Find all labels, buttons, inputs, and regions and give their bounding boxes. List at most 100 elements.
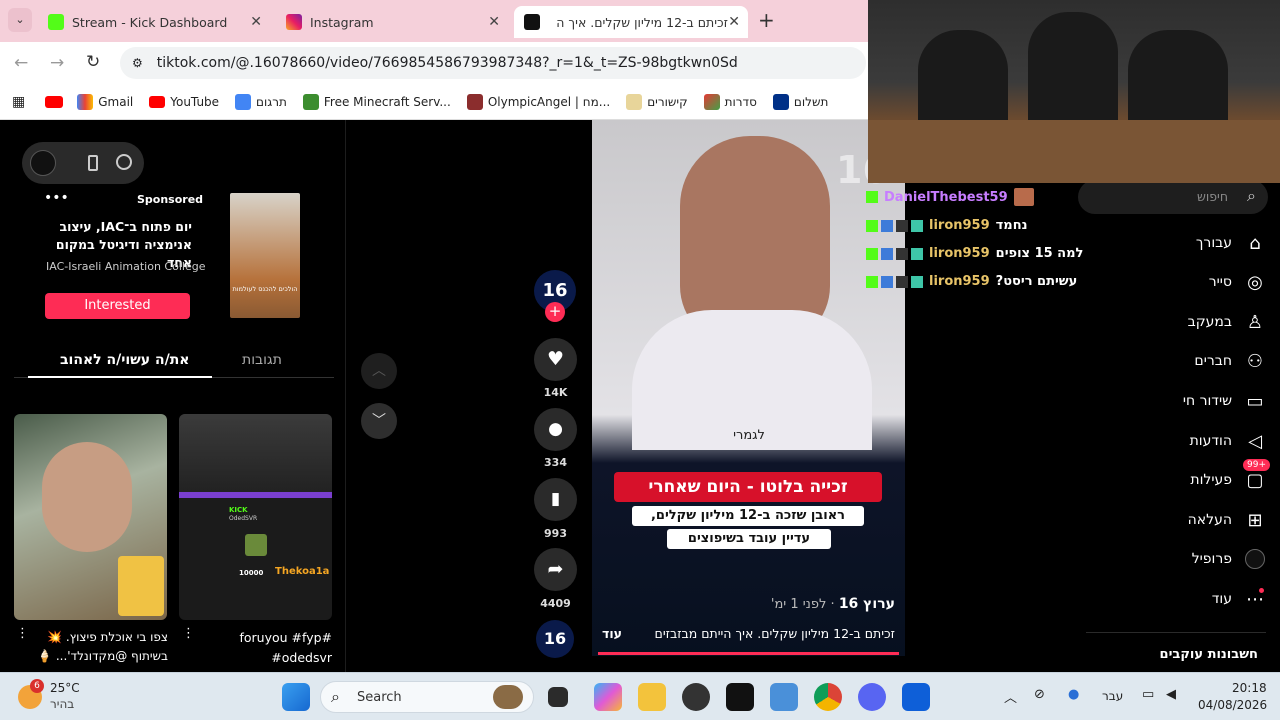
following-icon: ♙ [1246,311,1264,333]
chat-overlay: DanielThebest59 liron959 נחמד liron959 ל… [866,188,1086,304]
suggested-video-card[interactable]: KICK OdedSVR 10000 Thekoa1a [179,414,332,620]
ad-thumbnail[interactable]: הולכים להכנס לעולמות [230,193,300,318]
bookmark-translate[interactable]: תרגום [235,93,287,110]
sidebar-item-explore[interactable]: סייר ◎ [1209,271,1266,293]
bookmark-payment[interactable]: תשלום [772,93,828,110]
tab-kick-dashboard[interactable]: Stream - Kick Dashboard ✕ [38,6,270,38]
tab-instagram[interactable]: Instagram ✕ [276,6,508,38]
clock-time[interactable]: 20:18 [1232,681,1267,695]
tab-you-may-like[interactable]: את/ה עשוי/ה לאהוב [60,352,189,368]
tiktok-icon[interactable] [116,154,132,170]
kick-overlay-user: OdedSVR [229,515,258,522]
weather-widget[interactable]: 6 25°C בהיר [18,679,138,715]
notepad-icon[interactable] [770,683,798,711]
more-button[interactable]: עוד [602,626,622,641]
tab-comments[interactable]: תגובות [242,352,282,368]
apps-icon[interactable]: ▦ [12,94,25,110]
clock-date[interactable]: 04/08/2026 [1198,698,1267,712]
file-explorer-icon[interactable] [638,683,666,711]
bookmark-series[interactable]: סדרות [703,93,757,110]
sidebar-item-messages[interactable]: הודעות ◁ [1190,430,1266,452]
network-off-icon[interactable]: ⊘ [1034,687,1045,702]
close-icon[interactable]: ✕ [250,14,262,30]
kick-overlay-label: KICK [229,506,248,514]
comment-button[interactable]: ● [534,408,577,451]
language-indicator[interactable]: עבר [1102,689,1123,703]
sidebar-item-more[interactable]: עוד ⋯ [1212,588,1266,610]
teamviewer-icon[interactable] [902,683,930,711]
taskbar-search[interactable]: ⌕ Search [320,681,534,713]
search-input[interactable]: חיפוש [1197,189,1228,204]
discord-icon[interactable] [858,683,886,711]
search-box[interactable]: חיפוש ⌕ [1078,180,1268,214]
windows-start-icon[interactable] [282,683,310,711]
close-icon[interactable]: ✕ [728,14,740,30]
sidebar-item-friends[interactable]: חברים ⚇ [1194,350,1266,372]
close-icon[interactable]: ✕ [488,14,500,30]
video-author[interactable]: ערוץ 16 [839,596,895,612]
follow-button[interactable]: + [545,302,565,322]
back-icon[interactable]: ← [14,53,28,73]
friends-icon: ⚇ [1246,350,1264,372]
chrome-icon[interactable] [814,683,842,711]
ad-advertiser: IAC-Israeli Animation College [46,260,206,273]
sidebar-item-for-you[interactable]: עבורך ⌂ [1196,232,1266,254]
webcam-table [868,120,1280,183]
microphone-icon[interactable]: ● [1068,687,1079,702]
raw-avatar-icon[interactable] [30,150,56,176]
forward-icon[interactable]: → [50,53,64,73]
panel-divider [345,120,346,672]
more-options-icon[interactable]: ••• [44,190,69,206]
suggested-video-card[interactable] [14,414,167,620]
like-button[interactable]: ♥ [534,338,577,381]
url-text: tiktok.com/@.16078660/video/766985458679… [156,55,738,71]
bookmark-gmail[interactable]: Gmail [77,93,133,110]
sidebar-item-live[interactable]: שידור חי ▭ [1183,390,1266,412]
copilot-icon[interactable] [594,683,622,711]
video-thumbnail [179,492,332,498]
chat-user: DanielThebest59 [884,189,1008,205]
kick-icon [48,14,64,30]
previous-video-button[interactable]: ︿ [361,353,397,389]
save-button[interactable]: ▮ [534,478,577,521]
bookmark-minecraft[interactable]: Free Minecraft Serv... [302,93,451,110]
reload-icon[interactable]: ↻ [86,52,100,72]
site-info-icon[interactable]: ⚙ [132,56,143,70]
share-button[interactable]: ➦ [534,548,577,591]
video-subtitle: לגמרי [733,428,765,443]
ndi-icon[interactable] [726,683,754,711]
tab-search-button[interactable]: ⌄ [8,8,32,32]
sidebar-item-profile[interactable]: פרופיל [1192,548,1266,570]
bookmark-links[interactable]: קישורים [626,93,688,110]
interested-button[interactable]: Interested [45,293,190,319]
bookmarks-bar: ▦ Gmail YouTube תרגום Free Minecraft Ser… [0,84,868,120]
obs-icon[interactable] [682,683,710,711]
next-video-button[interactable]: ﹀ [361,403,397,439]
tab-tiktok[interactable]: זכיתם ב-12 מיליון שקלים. איך ה ✕ [514,6,748,38]
chat-message: liron959 נחמד [866,218,1028,233]
progress-bar[interactable] [598,652,899,655]
youtube-shortcut-icon[interactable] [45,95,64,108]
phone-icon[interactable] [88,155,98,171]
chevron-up-icon[interactable]: ︿ [1004,687,1017,706]
task-view-icon[interactable] [548,687,568,707]
volume-icon[interactable]: ◀ [1166,687,1176,702]
video-player[interactable]: 16 לגמרי זכייה בלוטו - היום שאחרי ראובן … [592,120,905,656]
address-bar[interactable]: ⚙ tiktok.com/@.16078660/video/7669854586… [120,47,866,79]
overlay-counter: 10000 [239,569,264,577]
bookmark-youtube[interactable]: YouTube [149,95,219,109]
display-icon[interactable]: ▭ [1142,687,1154,702]
video-thumbnail [118,556,164,616]
tab-strip: ⌄ Stream - Kick Dashboard ✕ Instagram ✕ … [0,0,868,42]
sidebar-item-upload[interactable]: העלאה ⊞ [1188,509,1266,531]
raw-badge-icon [896,247,908,260]
sound-avatar[interactable]: 16 [536,620,574,658]
new-tab-button[interactable]: + [758,8,775,32]
bookmark-icon: ▮ [550,489,561,509]
sidebar-item-following[interactable]: במעקב ♙ [1188,311,1266,333]
tiktok-page: ••• Sponsored יום פתוח ב־IAC, עיצוב אנימ… [0,120,1280,672]
bookmark-olympicangel[interactable]: OlympicAngel | מח... [466,93,610,110]
sidebar-item-activity[interactable]: פעילות ▢ 99+ [1190,459,1270,491]
search-icon[interactable]: ⌕ [1247,186,1256,206]
minecraft-icon [302,93,319,110]
